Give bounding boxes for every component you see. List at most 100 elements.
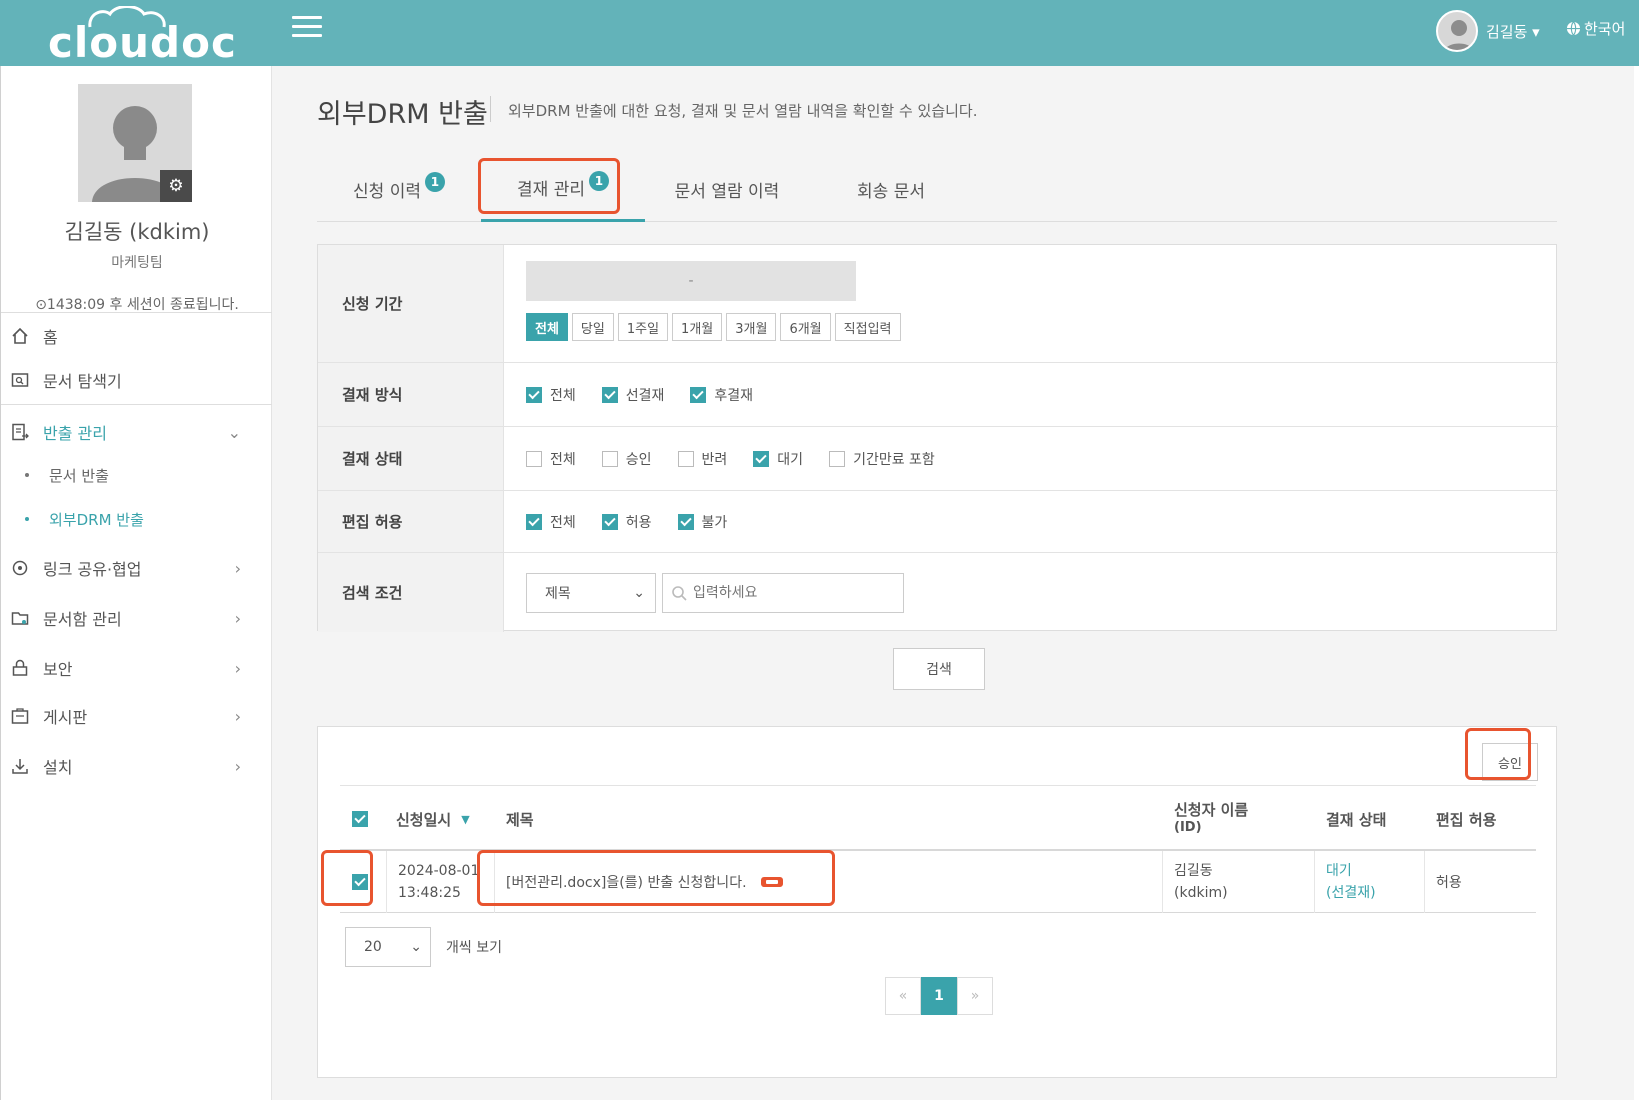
method-options: 전체 선결재 후결재	[526, 363, 779, 426]
column-requester-label: 신청자 이름	[1174, 801, 1249, 819]
checkbox-checked	[352, 874, 368, 890]
submenu-external-drm-export[interactable]: 외부DRM 반출	[25, 502, 144, 536]
edit-allowed-checkbox[interactable]: 허용	[601, 512, 652, 532]
globe-icon	[1566, 21, 1581, 36]
menu-docbox[interactable]: 문서함 관리 ›	[1, 598, 273, 638]
edit-all-checkbox[interactable]: 전체	[526, 512, 576, 532]
filter-row-search: 검색 조건 제목 ⌄	[318, 553, 1558, 632]
filter-label-search: 검색 조건	[318, 553, 504, 632]
menu-board[interactable]: 게시판 ›	[1, 696, 273, 736]
checkbox-label: 승인	[625, 451, 652, 468]
filter-row-edit: 편집 허용 전체 허용 불가	[318, 491, 1558, 553]
column-date[interactable]: 신청일시 ▼	[396, 786, 470, 852]
period-all-button[interactable]: 전체	[526, 313, 568, 341]
period-6months-button[interactable]: 6개월	[780, 313, 831, 341]
row-edit: 허용	[1436, 875, 1462, 891]
checkbox-checked	[677, 513, 694, 530]
bullet-icon	[25, 473, 29, 477]
tab-approval-label: 결재 관리	[517, 180, 585, 200]
column-requester-sub: (ID)	[1174, 820, 1202, 835]
logo-text: cloudoc	[48, 18, 237, 67]
approve-button[interactable]: 승인	[1482, 743, 1538, 781]
tab-approval-management[interactable]: 결재 관리 1	[481, 156, 645, 222]
page-button-current[interactable]: 1	[921, 977, 957, 1015]
column-edit: 편집 허용	[1436, 810, 1497, 829]
row-status[interactable]: 대기 (선결재)	[1326, 851, 1376, 913]
gear-icon[interactable]: ⚙	[160, 170, 192, 202]
submenu-document-export[interactable]: 문서 반출	[25, 458, 109, 492]
filter-label-status: 결재 상태	[318, 427, 504, 490]
menu-explorer[interactable]: 문서 탐색기	[1, 360, 273, 400]
search-field-select[interactable]: 제목 ⌄	[526, 572, 656, 613]
checkbox-unchecked	[526, 450, 542, 467]
status-pending-checkbox[interactable]: 대기	[753, 449, 803, 469]
profile-photo: ⚙	[78, 84, 192, 202]
period-1week-button[interactable]: 1주일	[617, 313, 669, 341]
table-row[interactable]: 2024-08-01 13:48:25 [버전관리.docx]을(를) 반출 신…	[340, 851, 1536, 913]
chevron-right-icon: ›	[234, 558, 241, 578]
page-size-label: 개씩 보기	[446, 940, 502, 956]
menu-security[interactable]: 보안 ›	[1, 648, 273, 688]
period-1month-button[interactable]: 1개월	[672, 313, 723, 341]
board-icon	[9, 705, 31, 727]
column-title: 제목	[506, 810, 534, 829]
period-3months-button[interactable]: 3개월	[726, 313, 777, 341]
menu-install[interactable]: 설치 ›	[1, 746, 273, 786]
page-size-value: 20	[364, 939, 382, 955]
divider	[1424, 851, 1425, 913]
menu-install-label: 설치	[43, 758, 73, 777]
menu-board-label: 게시판	[43, 708, 88, 727]
row-title-text[interactable]: [버전관리.docx]을(를) 반출 신청합니다.	[506, 872, 747, 892]
menu-export-management[interactable]: 반출 관리 ⌄	[1, 412, 273, 452]
filter-row-status: 결재 상태 전체 승인 반려 대기 기간만료 포함	[318, 427, 1558, 491]
next-page-button[interactable]: »	[957, 977, 993, 1015]
page-size-select[interactable]: 20 ⌄	[345, 927, 431, 967]
method-all-checkbox[interactable]: 전체	[526, 385, 576, 405]
row-title[interactable]: [버전관리.docx]을(를) 반출 신청합니다.	[506, 851, 783, 913]
tab-document-view-history[interactable]: 문서 열람 이력	[645, 156, 809, 222]
checkbox-label: 대기	[777, 451, 804, 468]
edit-options: 전체 허용 불가	[526, 491, 753, 552]
chevron-right-icon: ›	[234, 706, 241, 726]
column-date-label: 신청일시	[396, 810, 452, 829]
bullet-icon	[25, 517, 29, 521]
session-timer: ⊙1438:09 후 세션이 종료됩니다.	[35, 297, 239, 313]
checkbox-checked	[352, 811, 368, 827]
hamburger-menu-icon[interactable]	[292, 16, 322, 42]
status-include-expired-checkbox[interactable]: 기간만료 포함	[829, 449, 935, 469]
cloudoc-logo[interactable]: cloudoc	[44, 6, 236, 67]
prev-page-button[interactable]: «	[885, 977, 921, 1015]
tab-returned-documents[interactable]: 회송 문서	[809, 156, 973, 222]
status-all-checkbox[interactable]: 전체	[526, 449, 576, 469]
status-approved-checkbox[interactable]: 승인	[601, 449, 652, 469]
menu-export-label: 반출 관리	[43, 424, 107, 443]
menu-link-share[interactable]: 링크 공유·협업 ›	[1, 548, 273, 588]
menu-home[interactable]: 홈	[1, 316, 273, 356]
method-pre-approval-checkbox[interactable]: 선결재	[601, 385, 664, 405]
filter-label-method: 결재 방식	[318, 363, 504, 426]
edit-denied-checkbox[interactable]: 불가	[677, 512, 727, 532]
tab-bar: 신청 이력 1 결재 관리 1 문서 열람 이력 회송 문서	[317, 156, 1557, 222]
date-range-picker[interactable]: -	[526, 261, 856, 301]
menu-explorer-label: 문서 탐색기	[43, 372, 122, 391]
period-today-button[interactable]: 당일	[571, 313, 614, 341]
tab-request-history[interactable]: 신청 이력 1	[317, 156, 481, 222]
divider	[386, 851, 387, 913]
download-icon	[9, 755, 31, 777]
search-button[interactable]: 검색	[893, 648, 985, 690]
period-custom-button[interactable]: 직접입력	[834, 313, 901, 341]
filter-form: 신청 기간 - 전체 당일 1주일 1개월 3개월 6개월 직접입력 결재 방식…	[317, 244, 1558, 632]
sort-down-icon: ▼	[461, 812, 470, 826]
language-selector[interactable]: 한국어	[1566, 18, 1625, 39]
user-menu[interactable]: 김길동 ▾	[1436, 8, 1540, 54]
row-checkbox[interactable]	[352, 851, 376, 913]
search-input[interactable]	[693, 584, 893, 601]
select-all-checkbox[interactable]	[352, 786, 376, 852]
chevron-down-icon: ⌄	[227, 422, 241, 442]
method-post-approval-checkbox[interactable]: 후결재	[690, 385, 753, 405]
checkbox-unchecked	[677, 450, 694, 467]
status-rejected-checkbox[interactable]: 반려	[677, 449, 728, 469]
search-field-value: 제목	[545, 585, 571, 602]
checkbox-label: 반려	[701, 451, 728, 468]
divider	[1, 312, 273, 313]
